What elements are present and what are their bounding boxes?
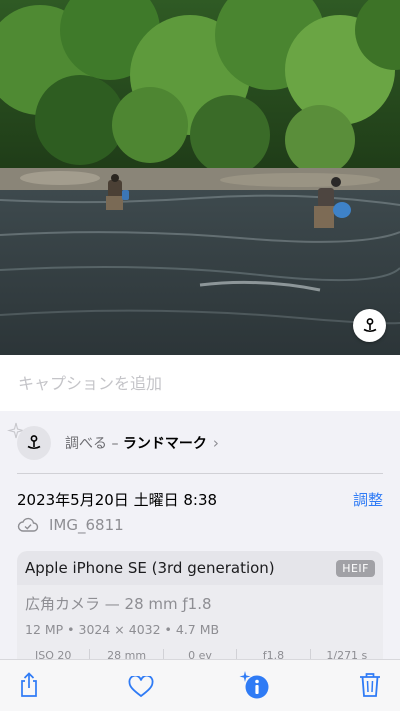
lens-info: 広角カメラ — 28 mm ƒ1.8 — [25, 595, 212, 613]
share-button[interactable] — [18, 672, 40, 701]
file-name: IMG_6811 — [49, 516, 124, 534]
trash-icon — [360, 673, 380, 697]
lookup-prefix: 調べる – — [65, 436, 119, 452]
lookup-label: 調べる – ランドマーク — [65, 433, 207, 453]
chevron-right-icon: › — [212, 434, 219, 452]
device-name: Apple iPhone SE (3rd generation) — [25, 559, 275, 577]
landmark-icon — [27, 435, 41, 450]
camera-metadata-card: Apple iPhone SE (3rd generation) HEIF 広角… — [17, 551, 383, 661]
info-button[interactable] — [238, 670, 272, 703]
info-panel: 調べる – ランドマーク › 2023年5月20日 土曜日 8:38 調整 IM… — [0, 411, 400, 661]
lookup-icon-container — [17, 426, 51, 460]
visual-lookup-button[interactable] — [353, 309, 386, 342]
bottom-toolbar — [0, 659, 400, 711]
caption-input[interactable] — [0, 355, 400, 411]
share-icon — [21, 672, 37, 697]
lookup-landmark-row[interactable]: 調べる – ランドマーク › — [17, 426, 383, 460]
favorite-button[interactable] — [128, 674, 154, 701]
divider — [17, 473, 383, 474]
photo-image — [0, 0, 400, 355]
photo-date: 2023年5月20日 土曜日 8:38 — [17, 491, 218, 509]
camera-header: Apple iPhone SE (3rd generation) HEIF — [17, 551, 383, 585]
landmark-icon — [363, 317, 376, 332]
heart-icon — [128, 674, 154, 698]
format-badge: HEIF — [336, 559, 375, 577]
photo[interactable] — [0, 0, 400, 355]
lookup-subject: ランドマーク — [122, 436, 207, 452]
cloud-check-icon — [17, 517, 39, 532]
delete-button[interactable] — [358, 672, 382, 701]
image-specs: 12 MP • 3024 × 4032 • 4.7 MB — [25, 622, 220, 637]
adjust-date-button[interactable]: 調整 — [353, 489, 383, 510]
caption-field[interactable] — [0, 355, 400, 411]
date-row: 2023年5月20日 土曜日 8:38 調整 — [17, 489, 383, 510]
info-icon — [239, 671, 269, 699]
file-row: IMG_6811 — [17, 516, 124, 534]
